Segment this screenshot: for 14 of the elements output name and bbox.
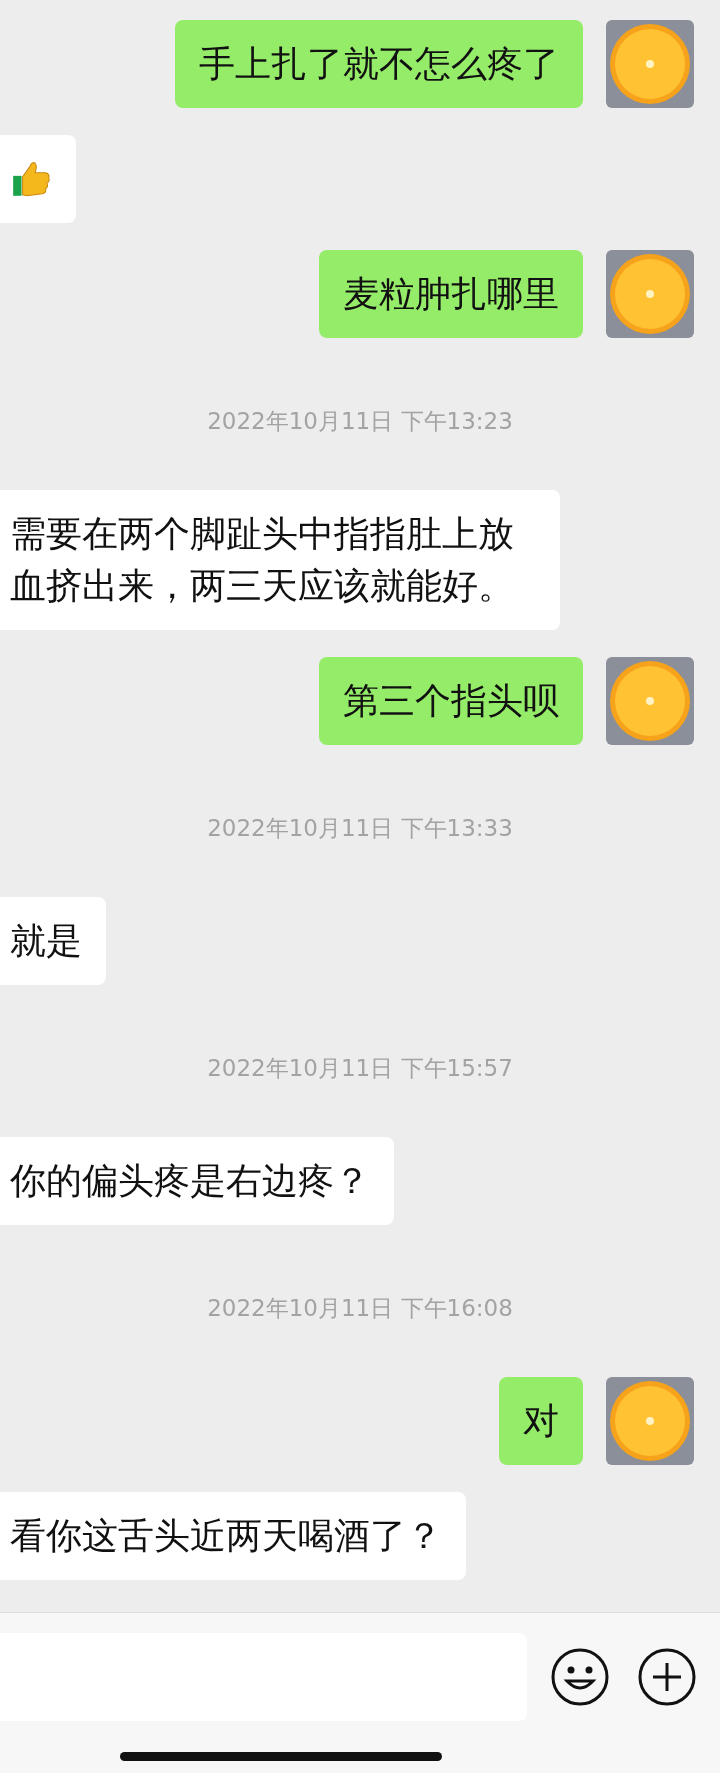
message-bubble: 看你这舌头近两天喝酒了？ bbox=[0, 1492, 466, 1580]
timestamp: 2022年10月11日 下午15:57 bbox=[206, 1054, 514, 1083]
message-bubble: 第三个指头呗 bbox=[319, 657, 583, 745]
message-bubble: 手上扎了就不怎么疼了 bbox=[175, 20, 583, 108]
smiley-icon[interactable] bbox=[550, 1647, 610, 1707]
timestamp: 2022年10月11日 下午13:23 bbox=[206, 407, 514, 436]
timestamp: 2022年10月11日 下午13:33 bbox=[206, 814, 514, 843]
timestamp: 2022年10月11日 下午16:08 bbox=[206, 1294, 514, 1323]
message-bubble: 就是 bbox=[0, 897, 106, 985]
message-bubble: 你的偏头疼是右边疼？ bbox=[0, 1137, 394, 1225]
message-bubble: 麦粒肿扎哪里 bbox=[319, 250, 583, 338]
plus-icon[interactable] bbox=[637, 1647, 697, 1707]
message-bubble: 需要在两个脚趾头中指指肚上放血挤出来，两三天应该就能好。 bbox=[0, 490, 560, 630]
message-bubble: 对 bbox=[499, 1377, 583, 1465]
